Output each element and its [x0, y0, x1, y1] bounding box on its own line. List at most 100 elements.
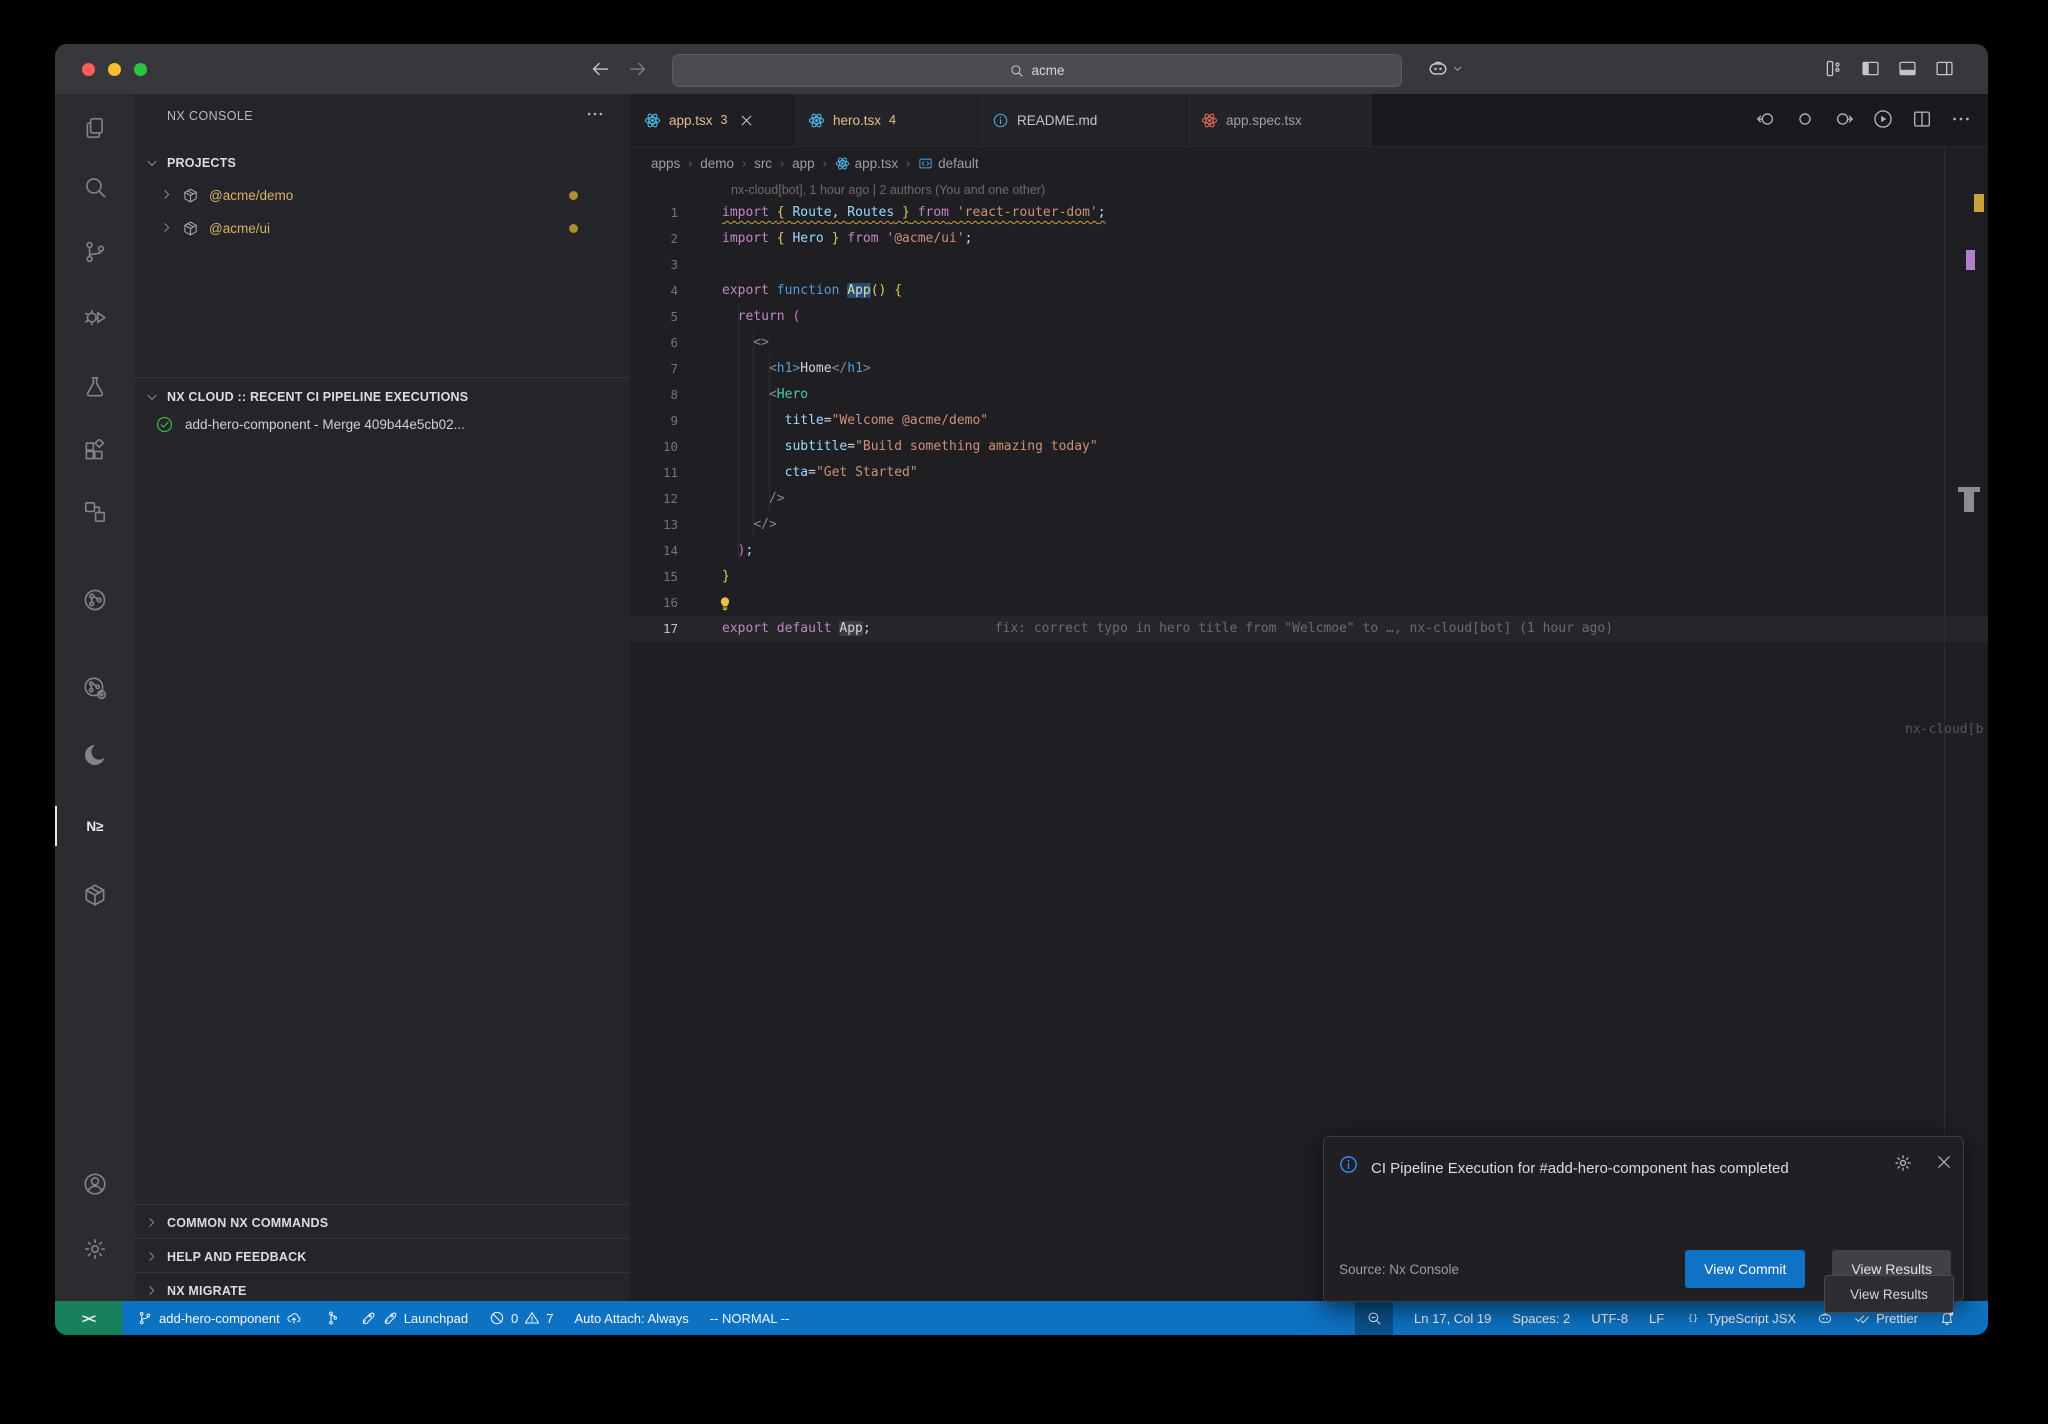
breadcrumb-item-default[interactable]: default: [918, 156, 979, 171]
activity-item-extensions[interactable]: [55, 430, 135, 474]
close-tab-icon[interactable]: [739, 113, 754, 128]
breadcrumb: apps›demo›src›app›app.tsx›default: [651, 146, 979, 180]
breadcrumb-separator: ›: [780, 156, 784, 170]
code-line-10[interactable]: 10 subtitle="Build something amazing tod…: [630, 434, 1988, 460]
breadcrumb-item-app.tsx[interactable]: app.tsx: [835, 156, 899, 171]
view-commit-button[interactable]: View Commit: [1685, 1250, 1805, 1288]
package-icon: [182, 220, 199, 237]
symbol-icon: [918, 156, 933, 171]
code-line-1[interactable]: 1import { Route, Routes } from 'react-ro…: [630, 200, 1988, 226]
activity-item-source-control[interactable]: [55, 230, 135, 274]
section-help-and-feedback[interactable]: HELP AND FEEDBACK: [135, 1241, 630, 1273]
statusbar-encoding[interactable]: UTF-8: [1591, 1311, 1628, 1326]
split-editor-icon[interactable]: [1911, 108, 1933, 130]
breadcrumb-separator: ›: [742, 156, 746, 170]
breadcrumb-item-src[interactable]: src: [754, 156, 772, 171]
breadcrumb-item-demo[interactable]: demo: [700, 156, 734, 171]
statusbar-auto-attach[interactable]: Auto Attach: Always: [575, 1311, 689, 1326]
navigate-forward-icon[interactable]: [627, 58, 649, 80]
modified-dot: [569, 191, 578, 200]
navigate-back-icon[interactable]: [589, 58, 611, 80]
code-line-5[interactable]: 5 return (: [630, 304, 1988, 330]
project-item[interactable]: @acme/demo: [135, 179, 630, 211]
code-line-9[interactable]: 9 title="Welcome @acme/demo": [630, 408, 1988, 434]
notification-close-icon[interactable]: [1935, 1153, 1953, 1171]
copilot-menu[interactable]: [1427, 57, 1463, 79]
code-line-13[interactable]: 13 </>: [630, 512, 1988, 538]
activity-item-search[interactable]: [55, 165, 135, 209]
activity-item-edge-tools[interactable]: [55, 733, 135, 777]
command-center-search[interactable]: acme: [672, 54, 1402, 87]
notification-source: Source: Nx Console: [1339, 1262, 1459, 1277]
zoom-window-button[interactable]: [134, 63, 147, 76]
statusbar-cursor-position[interactable]: Ln 17, Col 19: [1414, 1311, 1491, 1326]
minimize-window-button[interactable]: [108, 63, 121, 76]
settings-gear-icon[interactable]: [55, 1227, 135, 1271]
panel-bottom-icon[interactable]: [1897, 58, 1918, 79]
section-common-nx-commands[interactable]: COMMON NX COMMANDS: [135, 1207, 630, 1239]
divider: [135, 377, 630, 378]
code-line-6[interactable]: 6 <>: [630, 330, 1988, 356]
code-line-16[interactable]: 16: [630, 590, 1988, 616]
section-projects[interactable]: PROJECTS: [135, 147, 630, 179]
lightbulb-icon[interactable]: [716, 594, 734, 612]
divider: [135, 1204, 630, 1205]
breadcrumb-item-app[interactable]: app: [792, 156, 815, 171]
line-number: 5: [630, 304, 678, 330]
tab-app.spec.tsx[interactable]: app.spec.tsx: [1187, 94, 1373, 146]
line-number: 15: [630, 564, 678, 590]
breadcrumb-separator: ›: [906, 156, 910, 170]
statusbar-git-graph[interactable]: [323, 1310, 339, 1326]
line-number: 9: [630, 408, 678, 434]
tab-README.md[interactable]: README.md: [978, 94, 1187, 146]
code-line-2[interactable]: 2import { Hero } from '@acme/ui';: [630, 226, 1988, 252]
activity-item-ci-pipelines-settings[interactable]: [55, 666, 135, 710]
ellipsis-icon[interactable]: [1950, 108, 1972, 130]
activity-item-ci-pipelines[interactable]: [55, 578, 135, 622]
statusbar-problems[interactable]: 07: [489, 1310, 553, 1326]
breadcrumb-separator: ›: [688, 156, 692, 170]
statusbar-vim-mode[interactable]: -- NORMAL --: [710, 1311, 790, 1326]
panel-left-icon[interactable]: [1860, 58, 1881, 79]
circle-icon[interactable]: [1794, 108, 1816, 130]
activity-item-nx-console[interactable]: N≥: [55, 804, 135, 848]
info-icon: [1338, 1154, 1359, 1175]
panel-right-icon[interactable]: [1934, 58, 1955, 79]
remote-indicator[interactable]: ><: [55, 1301, 122, 1335]
activity-item-testing[interactable]: [55, 365, 135, 409]
code-line-14[interactable]: 14 );: [630, 538, 1988, 564]
notification-settings-gear-icon[interactable]: [1893, 1153, 1913, 1173]
breadcrumb-item-apps[interactable]: apps: [651, 156, 680, 171]
code-line-3[interactable]: 3: [630, 252, 1988, 278]
statusbar-language-mode[interactable]: {}TypeScript JSX: [1685, 1310, 1796, 1326]
code-line-17[interactable]: 17export default App;fix: correct typo i…: [630, 616, 1988, 642]
code-line-4[interactable]: 4export function App() {: [630, 278, 1988, 304]
git-blame-header: nx-cloud[bot], 1 hour ago | 2 authors (Y…: [731, 183, 1045, 197]
statusbar-eol[interactable]: LF: [1649, 1311, 1664, 1326]
statusbar-indentation[interactable]: Spaces: 2: [1512, 1311, 1570, 1326]
run-circle-icon[interactable]: [1872, 108, 1894, 130]
code-line-7[interactable]: 7 <h1>Home</h1>: [630, 356, 1988, 382]
activity-item-references[interactable]: [55, 490, 135, 534]
activity-item-package-explorer[interactable]: [55, 873, 135, 917]
layout-icon[interactable]: [1823, 58, 1844, 79]
code-line-12[interactable]: 12 />: [630, 486, 1988, 512]
statusbar-launchpad[interactable]: Launchpad: [360, 1310, 468, 1326]
sidebar-more-actions-icon[interactable]: [585, 104, 605, 124]
close-window-button[interactable]: [82, 63, 95, 76]
account-icon[interactable]: [55, 1162, 135, 1206]
tab-app.tsx[interactable]: app.tsx3: [630, 94, 794, 146]
chevron-right-icon: [145, 1250, 159, 1264]
statusbar-git-branch[interactable]: add-hero-component: [137, 1310, 302, 1326]
activity-item-explorer[interactable]: [55, 106, 135, 150]
code-line-8[interactable]: 8 <Hero: [630, 382, 1988, 408]
code-line-11[interactable]: 11 cta="Get Started": [630, 460, 1988, 486]
activity-item-run-and-debug[interactable]: [55, 295, 135, 339]
project-item[interactable]: @acme/ui: [135, 212, 630, 244]
ci-pipeline-item[interactable]: add-hero-component - Merge 409b44e5cb02.…: [135, 408, 630, 440]
statusbar-zoom[interactable]: [1355, 1301, 1393, 1335]
code-line-15[interactable]: 15}: [630, 564, 1988, 590]
nav-back-icon[interactable]: [1755, 108, 1777, 130]
tab-hero.tsx[interactable]: hero.tsx4: [794, 94, 978, 146]
nav-forward-icon[interactable]: [1833, 108, 1855, 130]
